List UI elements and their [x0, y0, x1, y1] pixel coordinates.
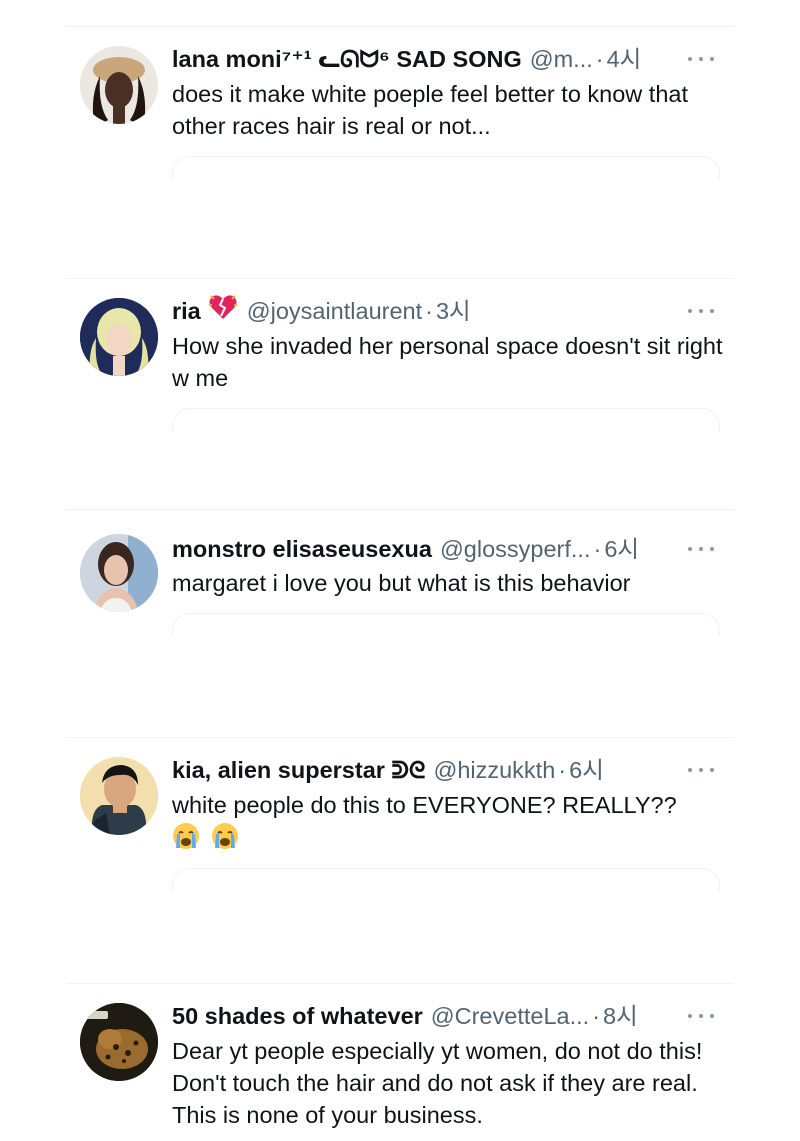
avatar[interactable] [80, 757, 158, 835]
divider [66, 278, 734, 279]
avatar[interactable] [80, 298, 158, 376]
more-options-icon[interactable] [688, 42, 714, 76]
more-options-icon[interactable] [688, 753, 714, 787]
tweet-header: kia, alien superstar ᕲᘓ @hizzukkth · 6시 [172, 753, 716, 787]
more-options-icon[interactable] [688, 532, 714, 566]
timestamp[interactable]: 6시 [604, 532, 639, 566]
separator: · [425, 298, 433, 324]
timestamp[interactable]: 3시 [436, 294, 471, 328]
tweet-header: 50 shades of whatever @CrevetteLa... · 8… [172, 999, 716, 1033]
handle[interactable]: @glossyperf... [440, 532, 591, 566]
separator: · [595, 46, 604, 72]
more-options-icon[interactable] [688, 999, 714, 1033]
tweet-header: monstro elisaseusexua @glossyperf... · 6… [172, 532, 716, 566]
crying-face-emoji-icon [172, 822, 200, 850]
timestamp[interactable]: 8시 [603, 999, 638, 1033]
divider [66, 983, 734, 984]
handle[interactable]: @CrevetteLa... [431, 999, 589, 1033]
divider [66, 509, 734, 510]
tweet-text: white people do this to EVERYONE? REALLY… [172, 789, 730, 853]
tweet-text: does it make white poeple feel better to… [172, 81, 689, 139]
tweet-header: ria @joysaintlaurent · 3시 [172, 294, 716, 328]
handle[interactable]: @joysaintlaurent [247, 294, 422, 328]
display-name[interactable]: kia, alien superstar ᕲᘓ [172, 753, 425, 787]
separator: · [592, 1003, 601, 1029]
media-card[interactable] [172, 613, 720, 636]
separator: · [593, 536, 602, 562]
broken-heart-emoji-icon [208, 294, 237, 329]
media-card[interactable] [172, 156, 720, 179]
handle[interactable]: @hizzukkth [433, 753, 555, 787]
tweet-text: Dear yt people especially yt women, do n… [172, 1038, 703, 1128]
display-name[interactable]: monstro elisaseusexua [172, 532, 432, 566]
separator: · [558, 757, 567, 783]
avatar[interactable] [80, 534, 158, 612]
display-name[interactable]: lana moni⁷⁺¹ ᓚᘏᗢ⁶ SAD SONG [172, 42, 522, 76]
handle[interactable]: @m... [530, 42, 593, 76]
timestamp[interactable]: 6시 [569, 753, 604, 787]
avatar[interactable] [80, 1003, 158, 1081]
display-name[interactable]: ria [172, 294, 201, 328]
tweet-text-line: white people do this to EVERYONE? REALLY… [172, 792, 677, 818]
more-options-icon[interactable] [688, 294, 714, 328]
tweet-text: margaret i love you but what is this beh… [172, 570, 631, 596]
timestamp[interactable]: 4시 [607, 42, 642, 76]
tweet-text: How she invaded her personal space doesn… [172, 333, 723, 391]
avatar[interactable] [80, 46, 158, 124]
divider [66, 26, 734, 27]
reply-feed: lana moni⁷⁺¹ ᓚᘏᗢ⁶ SAD SONG @m... · 4시 do… [0, 0, 800, 1141]
crying-face-emoji-icon [211, 822, 239, 850]
display-name[interactable]: 50 shades of whatever [172, 999, 423, 1033]
media-card[interactable] [172, 868, 720, 891]
emoji-row [172, 821, 730, 853]
media-card[interactable] [172, 408, 720, 431]
divider [66, 737, 734, 738]
tweet-header: lana moni⁷⁺¹ ᓚᘏᗢ⁶ SAD SONG @m... · 4시 [172, 42, 716, 76]
